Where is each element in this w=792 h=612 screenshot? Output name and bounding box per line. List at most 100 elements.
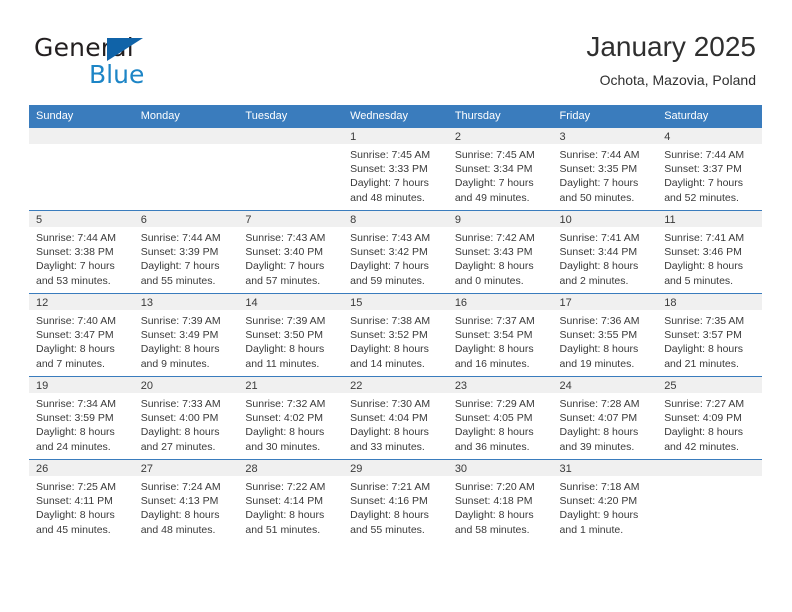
sunset-time: Sunset: 3:55 PM [559, 329, 638, 342]
day-number: 19 [29, 377, 134, 393]
sunset-time: Sunset: 4:13 PM [140, 495, 219, 508]
day-number: 13 [133, 294, 239, 310]
sunset-time: Sunset: 3:37 PM [664, 163, 742, 176]
day-number: 20 [133, 377, 239, 393]
day-number: 23 [447, 377, 553, 393]
generalblue-logo[interactable]: General Blue [34, 34, 214, 90]
sunrise-time: Sunrise: 7:20 AM [454, 481, 535, 493]
daylight-duration-line1: Daylight: 7 hours [350, 260, 429, 273]
daylight-duration-line2: and 0 minutes. [454, 274, 524, 287]
day-details: Sunrise: 7:35 AM Sunset: 3:57 PM Daylight:… [657, 310, 762, 371]
calendar-day-cell[interactable]: 15 Sunrise: 7:38 AM Sunset: 3:52 PM Dayligh… [343, 293, 448, 377]
calendar-day-cell[interactable]: 26 Sunrise: 7:25 AM Sunset: 4:11 PM Dayligh… [29, 459, 134, 542]
calendar-day-cell[interactable]: 13 Sunrise: 7:39 AM Sunset: 3:49 PM Dayligh… [133, 293, 239, 377]
calendar-day-cell[interactable]: 14 Sunrise: 7:39 AM Sunset: 3:50 PM Dayligh… [238, 293, 344, 377]
daylight-duration-line2: and 55 minutes. [140, 274, 216, 287]
sunrise-time: Sunrise: 7:34 AM [36, 398, 116, 410]
daylight-duration-line2: and 51 minutes. [245, 523, 321, 536]
calendar-day-cell-empty[interactable] [238, 127, 344, 211]
daylight-duration-line1: Daylight: 7 hours [664, 177, 744, 190]
sunrise-time: Sunrise: 7:45 AM [350, 149, 431, 161]
day-number: 17 [552, 294, 658, 310]
sunset-time: Sunset: 3:59 PM [36, 412, 114, 425]
calendar-day-cell[interactable]: 12 Sunrise: 7:40 AM Sunset: 3:47 PM Dayligh… [29, 293, 134, 377]
calendar-day-cell[interactable]: 9 Sunrise: 7:42 AM Sunset: 3:43 PM Daylight… [447, 210, 553, 294]
calendar-day-cell-empty[interactable] [133, 127, 239, 211]
calendar-day-cell[interactable]: 22 Sunrise: 7:30 AM Sunset: 4:04 PM Dayligh… [343, 376, 448, 460]
daylight-duration-line1: Daylight: 7 hours [350, 177, 429, 190]
sunrise-time: Sunrise: 7:43 AM [350, 232, 431, 244]
daylight-duration-line2: and 19 minutes. [559, 357, 635, 370]
daylight-duration-line2: and 49 minutes. [454, 191, 530, 204]
calendar-day-cell[interactable]: 3 Sunrise: 7:44 AM Sunset: 3:35 PM Daylight… [552, 127, 658, 211]
sunset-time: Sunset: 3:50 PM [245, 329, 324, 342]
sunset-time: Sunset: 3:34 PM [454, 163, 533, 176]
calendar-day-cell[interactable]: 5 Sunrise: 7:44 AM Sunset: 3:38 PM Daylight… [29, 210, 134, 294]
daylight-duration-line2: and 57 minutes. [245, 274, 321, 287]
calendar-day-cell[interactable]: 27 Sunrise: 7:24 AM Sunset: 4:13 PM Dayligh… [133, 459, 239, 542]
daylight-duration-line1: Daylight: 8 hours [140, 426, 220, 439]
daylight-duration-line1: Daylight: 8 hours [664, 260, 744, 273]
calendar-day-cell[interactable]: 7 Sunrise: 7:43 AM Sunset: 3:40 PM Daylight… [238, 210, 344, 294]
calendar-day-cell[interactable]: 6 Sunrise: 7:44 AM Sunset: 3:39 PM Daylight… [133, 210, 239, 294]
calendar-day-cell[interactable]: 30 Sunrise: 7:20 AM Sunset: 4:18 PM Dayligh… [447, 459, 553, 542]
calendar-week-row: 5 Sunrise: 7:44 AM Sunset: 3:38 PM Daylight… [29, 210, 762, 294]
sunset-time: Sunset: 4:16 PM [350, 495, 428, 508]
day-details: Sunrise: 7:41 AM Sunset: 3:44 PM Daylight:… [553, 227, 658, 288]
daylight-duration-line1: Daylight: 9 hours [559, 509, 639, 522]
day-details: Sunrise: 7:42 AM Sunset: 3:43 PM Daylight:… [448, 227, 553, 288]
daylight-duration-line1: Daylight: 8 hours [350, 509, 429, 522]
day-number: 31 [552, 460, 658, 476]
daylight-duration-line1: Daylight: 8 hours [350, 343, 429, 356]
calendar-day-cell-empty[interactable] [29, 127, 134, 211]
daylight-duration-line2: and 58 minutes. [454, 523, 530, 536]
daylight-duration-line1: Daylight: 8 hours [559, 343, 639, 356]
calendar-day-cell[interactable]: 16 Sunrise: 7:37 AM Sunset: 3:54 PM Dayligh… [447, 293, 553, 377]
calendar-day-cell[interactable]: 24 Sunrise: 7:28 AM Sunset: 4:07 PM Dayligh… [552, 376, 658, 460]
calendar-day-cell[interactable]: 23 Sunrise: 7:29 AM Sunset: 4:05 PM Dayligh… [447, 376, 553, 460]
sunrise-time: Sunrise: 7:40 AM [36, 315, 116, 327]
day-details: Sunrise: 7:41 AM Sunset: 3:46 PM Daylight:… [657, 227, 762, 288]
calendar-day-cell[interactable]: 17 Sunrise: 7:36 AM Sunset: 3:55 PM Dayligh… [552, 293, 658, 377]
calendar-day-cell[interactable]: 25 Sunrise: 7:27 AM Sunset: 4:09 PM Dayligh… [657, 376, 762, 460]
location-subtitle: Ochota, Mazovia, Poland [599, 72, 756, 88]
daylight-duration-line1: Daylight: 7 hours [36, 260, 115, 273]
calendar-day-cell[interactable]: 21 Sunrise: 7:32 AM Sunset: 4:02 PM Dayligh… [238, 376, 344, 460]
day-details: Sunrise: 7:30 AM Sunset: 4:04 PM Daylight:… [343, 393, 448, 454]
sunset-time: Sunset: 3:46 PM [664, 246, 742, 259]
calendar-day-cell[interactable]: 8 Sunrise: 7:43 AM Sunset: 3:42 PM Daylight… [343, 210, 448, 294]
calendar-day-cell[interactable]: 1 Sunrise: 7:45 AM Sunset: 3:33 PM Daylight… [343, 127, 448, 211]
calendar-day-cell[interactable]: 20 Sunrise: 7:33 AM Sunset: 4:00 PM Dayligh… [133, 376, 239, 460]
calendar-day-cell[interactable]: 18 Sunrise: 7:35 AM Sunset: 3:57 PM Dayligh… [657, 293, 762, 377]
calendar-table: Sunday Monday Tuesday Wednesday Thursday… [29, 105, 762, 542]
daylight-duration-line2: and 24 minutes. [36, 440, 111, 453]
calendar-day-cell[interactable]: 28 Sunrise: 7:22 AM Sunset: 4:14 PM Dayligh… [238, 459, 344, 542]
sunset-time: Sunset: 3:54 PM [454, 329, 533, 342]
daylight-duration-line1: Daylight: 8 hours [245, 343, 325, 356]
calendar-day-cell[interactable]: 11 Sunrise: 7:41 AM Sunset: 3:46 PM Dayligh… [657, 210, 762, 294]
sunrise-time: Sunrise: 7:30 AM [350, 398, 431, 410]
sunset-time: Sunset: 3:39 PM [140, 246, 219, 259]
calendar-day-cell[interactable]: 19 Sunrise: 7:34 AM Sunset: 3:59 PM Dayligh… [29, 376, 134, 460]
calendar-day-cell[interactable]: 29 Sunrise: 7:21 AM Sunset: 4:16 PM Dayligh… [343, 459, 448, 542]
day-details: Sunrise: 7:24 AM Sunset: 4:13 PM Daylight:… [134, 476, 239, 537]
sunset-time: Sunset: 3:47 PM [36, 329, 114, 342]
daylight-duration-line1: Daylight: 8 hours [559, 260, 639, 273]
sunrise-time: Sunrise: 7:43 AM [245, 232, 326, 244]
sunrise-time: Sunrise: 7:32 AM [245, 398, 326, 410]
calendar-day-cell[interactable]: 10 Sunrise: 7:41 AM Sunset: 3:44 PM Dayligh… [552, 210, 658, 294]
sunrise-time: Sunrise: 7:44 AM [559, 149, 640, 161]
calendar-day-cell-empty[interactable] [657, 459, 762, 542]
day-number [133, 128, 239, 144]
daylight-duration-line2: and 11 minutes. [245, 357, 320, 370]
calendar-week-row: 26 Sunrise: 7:25 AM Sunset: 4:11 PM Dayligh… [29, 459, 762, 542]
day-details: Sunrise: 7:37 AM Sunset: 3:54 PM Daylight:… [448, 310, 553, 371]
calendar-day-cell[interactable]: 31 Sunrise: 7:18 AM Sunset: 4:20 PM Dayligh… [552, 459, 658, 542]
sunset-time: Sunset: 3:38 PM [36, 246, 114, 259]
calendar-day-cell[interactable]: 4 Sunrise: 7:44 AM Sunset: 3:37 PM Daylight… [657, 127, 762, 211]
sunset-time: Sunset: 4:00 PM [140, 412, 219, 425]
calendar-day-cell[interactable]: 2 Sunrise: 7:45 AM Sunset: 3:34 PM Daylight… [447, 127, 553, 211]
daylight-duration-line2: and 2 minutes. [559, 274, 629, 287]
daylight-duration-line2: and 1 minute. [559, 523, 624, 536]
daylight-duration-line1: Daylight: 8 hours [350, 426, 429, 439]
